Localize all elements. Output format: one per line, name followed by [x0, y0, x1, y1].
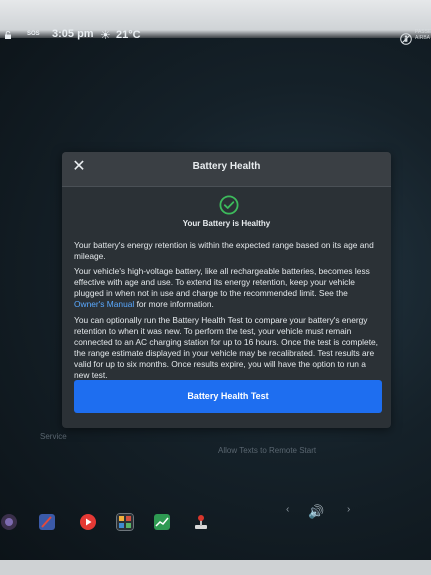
dialog-header: ✕ Battery Health	[62, 152, 391, 187]
media-player-icon[interactable]	[79, 513, 97, 531]
volume-icon[interactable]: 🔊	[308, 504, 324, 520]
charts-icon[interactable]	[153, 513, 171, 531]
battery-care-text-end: for more information.	[134, 299, 214, 309]
check-circle-icon	[219, 195, 239, 215]
owners-manual-link[interactable]: Owner's Manual	[74, 299, 134, 309]
apps-icon[interactable]	[116, 513, 134, 531]
navigation-icon[interactable]	[38, 513, 56, 531]
bottom-bezel	[0, 560, 431, 575]
passenger-airbag-label: PASSE AIRBA	[415, 29, 431, 41]
test-info-paragraph: You can optionally run the Battery Healt…	[74, 315, 379, 380]
background-service-label: Service	[40, 432, 67, 441]
status-bar: SOS 3:05 pm ☀ 21°C PASSE AIRBA	[0, 28, 431, 48]
battery-care-paragraph: Your vehicle's high-voltage battery, lik…	[74, 266, 380, 310]
taskbar-dock	[0, 500, 431, 542]
clock-time: 3:05 pm	[52, 28, 94, 40]
sun-icon: ☀	[100, 28, 111, 42]
lock-icon[interactable]	[4, 31, 12, 39]
chevron-left-icon[interactable]: ‹	[286, 504, 289, 515]
camera-icon[interactable]	[0, 513, 18, 531]
battery-care-text: Your vehicle's high-voltage battery, lik…	[74, 266, 370, 298]
passenger-airbag-icon	[400, 33, 412, 45]
chevron-right-icon[interactable]: ›	[347, 504, 350, 515]
battery-status-heading: Your Battery is Healthy	[182, 219, 271, 228]
retention-paragraph: Your battery's energy retention is withi…	[74, 240, 374, 261]
dialog-title: Battery Health	[192, 161, 261, 172]
background-remote-start-label: Allow Texts to Remote Start	[218, 446, 317, 455]
sos-badge: SOS	[27, 31, 40, 37]
battery-health-dialog: ✕ Battery Health Your Battery is Healthy…	[62, 152, 391, 428]
battery-health-test-button[interactable]: Battery Health Test	[74, 380, 382, 413]
joystick-icon[interactable]	[192, 513, 210, 531]
outside-temperature: 21°C	[116, 29, 141, 41]
